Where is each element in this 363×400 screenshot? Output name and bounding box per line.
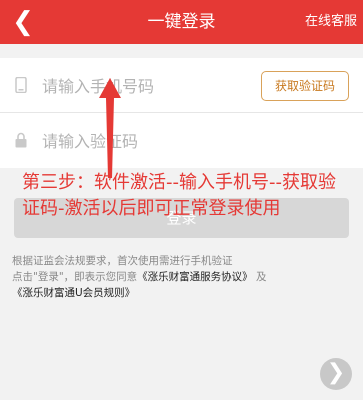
lock-icon bbox=[15, 132, 27, 148]
service-agreement-link[interactable]: 《涨乐财富通服务协议》 bbox=[137, 271, 253, 283]
annotation-arrow-icon bbox=[99, 78, 121, 178]
phone-row: 获取验证码 bbox=[0, 58, 363, 114]
phone-icon bbox=[15, 77, 27, 93]
code-row bbox=[0, 113, 363, 169]
terms-line-1: 根据证监会法规要求，首次使用需进行手机验证 bbox=[12, 255, 233, 267]
get-code-button[interactable]: 获取验证码 bbox=[261, 71, 349, 101]
terms-text: 根据证监会法规要求，首次使用需进行手机验证 点击"登录"，即表示您同意《涨乐财富… bbox=[12, 253, 357, 301]
login-form: 获取验证码 bbox=[0, 58, 363, 169]
verification-code-input[interactable] bbox=[40, 113, 244, 169]
annotation-text: 第三步：软件激活--输入手机号--获取验证码-激活以后即可正常登录使用 bbox=[22, 172, 336, 219]
phone-input[interactable] bbox=[40, 58, 244, 114]
terms-line-3: 《涨乐财富通U会员规则》 bbox=[12, 285, 357, 301]
online-service-link[interactable]: 在线客服 bbox=[305, 0, 357, 44]
terms-line-2: 点击"登录"，即表示您同意《涨乐财富通服务协议》 及 bbox=[12, 269, 357, 285]
membership-rules-link[interactable]: 《涨乐财富通U会员规则》 bbox=[12, 287, 135, 299]
terms-prefix: 点击"登录"，即表示您同意 bbox=[12, 271, 138, 283]
terms-and: 及 bbox=[256, 271, 267, 283]
chevron-right-icon: ❯ bbox=[326, 360, 346, 385]
top-bar: ❮ 一键登录 在线客服 bbox=[0, 0, 363, 44]
next-button[interactable]: ❯ bbox=[320, 358, 352, 390]
